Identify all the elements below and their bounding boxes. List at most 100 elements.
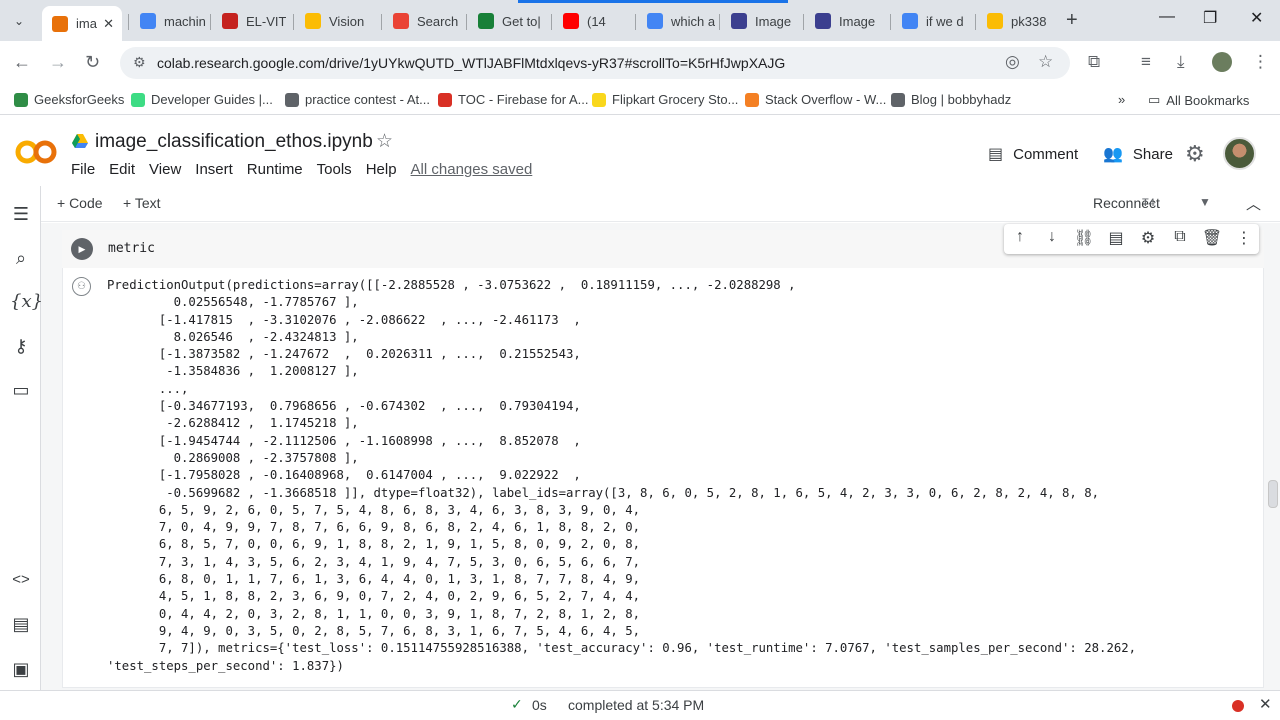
browser-tab[interactable]: pk338 <box>977 6 1057 36</box>
more-actions-icon[interactable]: ⋮ <box>1233 228 1255 248</box>
browser-tab[interactable]: if we d <box>892 6 974 36</box>
settings-gear-icon[interactable]: ⚙ <box>1185 141 1205 167</box>
code-snippets-icon[interactable]: <> <box>10 571 32 588</box>
bookmark-item[interactable]: practice contest - At... <box>285 92 430 107</box>
cell-output: PredictionOutput(predictions=array([[-2.… <box>107 278 1137 673</box>
close-tab-icon[interactable]: ✕ <box>103 16 114 32</box>
secrets-key-icon[interactable]: ⚷ <box>10 336 32 357</box>
doc-icon <box>478 13 494 29</box>
tab-title: Image <box>839 13 876 29</box>
browser-tab[interactable]: Get to| <box>468 6 550 36</box>
el-icon <box>222 13 238 29</box>
mirror-cell-icon[interactable]: ⧉ <box>1169 228 1191 246</box>
notebook-title[interactable]: image_classification_ethos.ipynb <box>95 131 373 153</box>
bookmark-item[interactable]: TOC - Firebase for A... <box>438 92 589 107</box>
browser-tab[interactable]: which a <box>637 6 719 36</box>
files-folder-icon[interactable]: ▭ <box>10 380 32 401</box>
bookmark-star-icon[interactable]: ☆ <box>1038 52 1053 72</box>
address-url[interactable]: colab.research.google.com/drive/1yUYkwQU… <box>157 55 785 71</box>
forward-button[interactable]: → <box>49 52 67 73</box>
browser-tab[interactable]: ima ✕ <box>42 6 122 41</box>
bookmark-item[interactable]: Flipkart Grocery Sto... <box>592 92 738 107</box>
link-icon[interactable]: ⛓ <box>1073 228 1095 248</box>
comment-button[interactable]: ▤ Comment <box>988 144 1078 164</box>
browser-tab[interactable]: machin <box>130 6 210 36</box>
site-info-icon[interactable]: ⚙ <box>133 54 146 71</box>
delete-cell-icon[interactable]: 🗑 <box>1201 228 1223 248</box>
restore-button[interactable]: ❐ <box>1203 8 1217 28</box>
star-icon[interactable]: ☆ <box>376 130 393 153</box>
menu-runtime[interactable]: Runtime <box>247 161 303 178</box>
tab-title: Vision <box>329 13 365 29</box>
close-status-icon[interactable]: ✕ <box>1259 695 1272 713</box>
tab-separator <box>890 14 891 30</box>
share-button[interactable]: 👥 Share <box>1103 144 1173 164</box>
notebook-scrollbar[interactable] <box>1268 480 1278 508</box>
menu-file[interactable]: File <box>71 161 95 178</box>
browser-tab[interactable]: Image <box>721 6 803 36</box>
cell-code[interactable]: metric <box>108 241 155 256</box>
recording-indicator[interactable] <box>1232 700 1244 712</box>
browser-tab[interactable]: Search <box>383 6 465 36</box>
tab-search-button[interactable]: ⌄ <box>6 8 32 34</box>
colab-icon <box>52 15 68 32</box>
reload-button[interactable]: ↻ <box>85 52 100 73</box>
menu-edit[interactable]: Edit <box>109 161 135 178</box>
bookmark-item[interactable]: Developer Guides |... <box>131 92 273 107</box>
tab-separator <box>635 14 636 30</box>
profile-avatar-small[interactable] <box>1212 52 1232 72</box>
move-down-icon[interactable]: ↓ <box>1041 228 1063 246</box>
bookmark-favicon-icon <box>131 92 145 107</box>
terminal-icon[interactable]: ▣ <box>10 659 32 680</box>
colab-logo[interactable] <box>14 137 58 167</box>
search-o-icon <box>393 13 409 29</box>
variables-icon[interactable]: {x} <box>10 291 43 312</box>
tab-loading-indicator <box>518 0 788 3</box>
bookmark-item[interactable]: Stack Overflow - W... <box>745 92 886 107</box>
add-text-button[interactable]: + Text <box>123 195 161 211</box>
all-bookmarks-folder[interactable]: ▭ All Bookmarks <box>1148 92 1249 108</box>
bookmark-item[interactable]: GeeksforGeeks <box>14 92 124 107</box>
search-icon[interactable]: ⌕ <box>10 248 32 269</box>
bookmark-favicon-icon <box>745 92 759 107</box>
media-control-icon[interactable]: ≡ <box>1141 52 1151 72</box>
drive-icon <box>72 134 88 152</box>
chrome-menu-icon[interactable]: ⋮ <box>1252 52 1269 72</box>
menu-view[interactable]: View <box>149 161 181 178</box>
menu-insert[interactable]: Insert <box>195 161 233 178</box>
menu-help[interactable]: Help <box>366 161 397 178</box>
new-tab-button[interactable]: + <box>1066 9 1078 32</box>
download-icon[interactable]: ⤓ <box>1177 52 1185 72</box>
browser-tab[interactable]: EL-VIT <box>212 6 292 36</box>
tab-separator <box>210 14 211 30</box>
comment-icon: ▤ <box>988 146 1004 163</box>
bookmark-label: Flipkart Grocery Sto... <box>612 92 739 107</box>
collapse-header-icon[interactable]: ︿ <box>1246 193 1261 214</box>
tab-separator <box>719 14 720 30</box>
move-up-icon[interactable]: ↑ <box>1009 228 1031 246</box>
add-code-button[interactable]: + Code <box>57 195 103 211</box>
output-actions-icon[interactable]: ⚇ <box>72 277 91 296</box>
table-of-contents-icon[interactable]: ☰ <box>10 204 32 225</box>
bookmark-label: practice contest - At... <box>305 92 430 107</box>
colab-menubar: File Edit View Insert Runtime Tools Help… <box>71 161 546 178</box>
minimize-button[interactable]: — <box>1159 8 1175 26</box>
command-palette-icon[interactable]: ▤ <box>10 614 32 635</box>
back-button[interactable]: ← <box>13 52 31 73</box>
run-cell-button[interactable]: ▶ <box>71 238 93 260</box>
more-bookmarks-button[interactable]: » <box>1118 92 1125 107</box>
browser-tab[interactable]: (14 <box>553 6 633 36</box>
cell-settings-icon[interactable]: ⚙ <box>1137 228 1159 248</box>
add-comment-icon[interactable]: ▤ <box>1105 228 1127 248</box>
browser-tab[interactable]: Vision <box>295 6 380 36</box>
extensions-icon[interactable]: ⧉ <box>1088 52 1100 72</box>
save-status[interactable]: All changes saved <box>411 161 533 178</box>
close-window-button[interactable]: ✕ <box>1250 8 1263 28</box>
eye-off-icon[interactable]: ◎ <box>1005 52 1020 72</box>
bookmark-item[interactable]: Blog | bobbyhadz <box>891 92 1011 107</box>
menu-tools[interactable]: Tools <box>317 161 352 178</box>
browser-tab[interactable]: Image <box>805 6 890 36</box>
user-avatar[interactable] <box>1223 137 1256 170</box>
runtime-dropdown-caret-icon[interactable]: ▼ <box>1199 195 1211 209</box>
bookmark-label: GeeksforGeeks <box>34 92 125 107</box>
